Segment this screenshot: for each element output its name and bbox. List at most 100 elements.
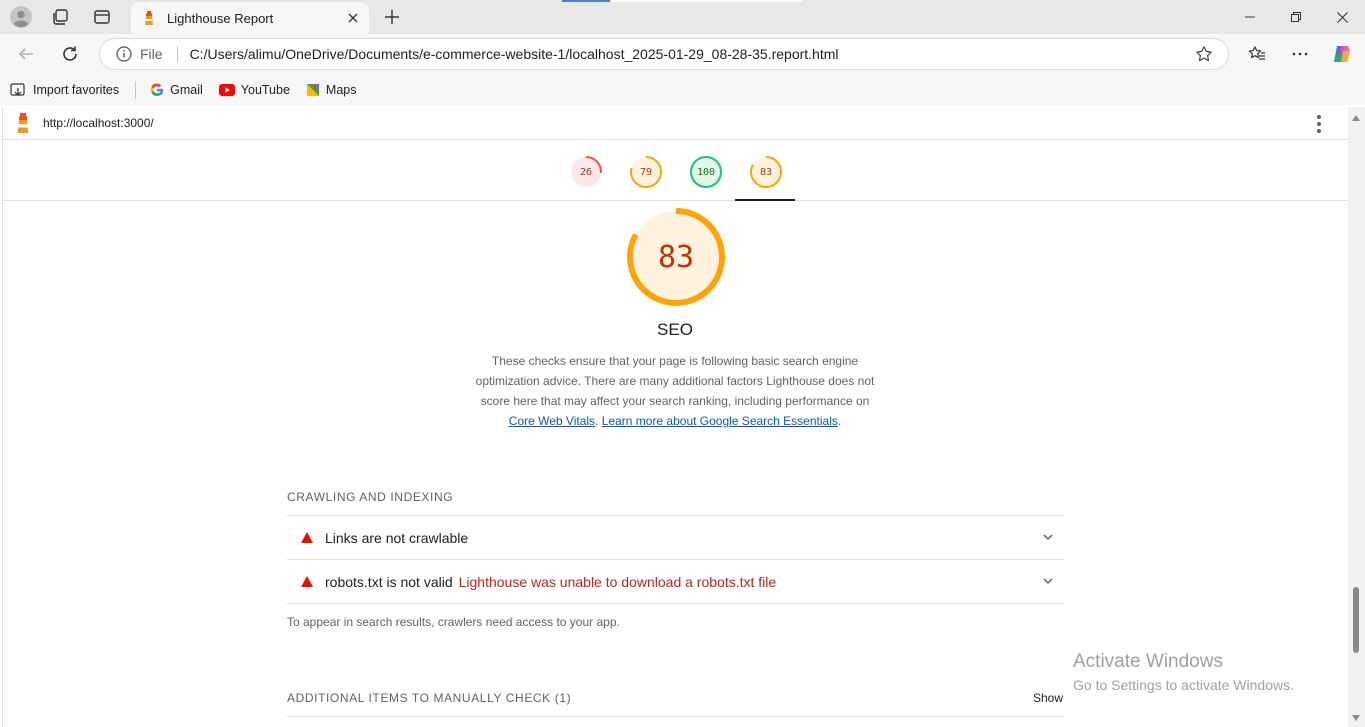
score-gauge-performance[interactable]: 26 xyxy=(569,155,603,189)
category-description: These checks ensure that your page is fo… xyxy=(475,351,875,431)
scroll-up-arrow-icon[interactable] xyxy=(1352,115,1360,121)
profile-button[interactable] xyxy=(5,3,37,31)
arrow-left-icon xyxy=(18,48,33,60)
description-end: . xyxy=(837,414,842,428)
search-essentials-link[interactable]: Learn more about Google Search Essential… xyxy=(602,414,838,428)
tab-strip-indicator xyxy=(612,0,802,2)
minimize-icon xyxy=(1245,16,1255,18)
copilot-icon xyxy=(1334,46,1350,62)
site-info-button[interactable]: File xyxy=(116,46,163,62)
restore-button[interactable] xyxy=(1273,0,1319,34)
score-value: 100 xyxy=(696,166,716,178)
address-separator xyxy=(176,46,178,62)
lighthouse-topbar: http://localhost:3000/ xyxy=(3,107,1348,140)
refresh-button[interactable] xyxy=(54,39,86,69)
fail-triangle-icon xyxy=(301,576,313,587)
scrollbar-thumb[interactable] xyxy=(1353,587,1359,653)
group-title-manual: ADDITIONAL ITEMS TO MANUALLY CHECK (1) xyxy=(287,691,572,705)
browser-nav-bar: File C:/Users/alimu/OneDrive/Documents/e… xyxy=(0,34,1365,75)
favorite-youtube[interactable]: YouTube xyxy=(218,83,290,97)
maps-icon xyxy=(306,83,320,97)
favorites-separator xyxy=(135,81,137,99)
audit-title: Links are not crawlable xyxy=(325,529,469,546)
kebab-dot xyxy=(1317,129,1321,133)
tested-url[interactable]: http://localhost:3000/ xyxy=(43,116,154,130)
tab-lighthouse-report[interactable]: Lighthouse Report xyxy=(131,2,369,34)
category-score-gauge: 83 xyxy=(626,207,726,307)
close-icon xyxy=(348,13,358,23)
kebab-dot xyxy=(1317,115,1321,119)
lighthouse-logo-icon xyxy=(13,111,33,135)
tab-close-button[interactable] xyxy=(341,6,365,30)
plus-icon xyxy=(385,10,399,24)
audit-crawlable-anchors[interactable]: Links are not crawlable xyxy=(287,515,1064,559)
category-score-value: 83 xyxy=(657,239,695,275)
score-gauge-accessibility[interactable]: 79 xyxy=(629,155,663,189)
score-value: 79 xyxy=(639,166,653,178)
description-separator: . xyxy=(595,414,602,428)
import-icon xyxy=(10,82,27,98)
info-icon xyxy=(116,46,132,62)
more-horizontal-icon xyxy=(1292,52,1308,56)
profile-icon xyxy=(10,6,32,28)
favorite-import[interactable]: Import favorites xyxy=(10,82,120,98)
audit-display-value: Lighthouse was unable to download a robo… xyxy=(458,573,777,590)
back-button[interactable] xyxy=(10,39,42,69)
activate-windows-watermark: Activate Windows Go to Settings to activ… xyxy=(1073,651,1294,693)
workspaces-icon xyxy=(53,9,68,25)
favorite-label: YouTube xyxy=(240,83,290,97)
audit-robots-txt[interactable]: robots.txt is not valid Lighthouse was u… xyxy=(287,559,1064,603)
favorite-label: Import favorites xyxy=(33,83,120,97)
watermark-subtitle: Go to Settings to activate Windows. xyxy=(1073,677,1294,693)
refresh-icon xyxy=(63,46,77,61)
scroll-down-arrow-icon[interactable] xyxy=(1352,715,1360,721)
audit-divider xyxy=(287,603,1064,604)
tab-strip-indicator xyxy=(562,0,610,2)
google-icon xyxy=(150,83,164,97)
favorites-list-icon xyxy=(1248,46,1265,60)
watermark-title: Activate Windows xyxy=(1073,651,1223,672)
minimize-button[interactable] xyxy=(1227,0,1273,34)
page-scrollbar[interactable] xyxy=(1348,107,1365,727)
kebab-dot xyxy=(1317,122,1321,126)
address-url[interactable]: C:/Users/alimu/OneDrive/Documents/e-comm… xyxy=(190,46,1190,62)
copilot-button[interactable] xyxy=(1326,39,1358,69)
group-description: To appear in search results, crawlers ne… xyxy=(287,615,620,629)
score-gauge-seo[interactable]: 83 xyxy=(749,155,783,189)
tab-title: Lighthouse Report xyxy=(167,10,274,26)
workspaces-button[interactable] xyxy=(44,3,76,31)
sticky-score-header: 26 79 100 83 xyxy=(3,141,1348,201)
close-window-button[interactable] xyxy=(1319,0,1365,34)
favorite-maps[interactable]: Maps xyxy=(306,83,357,97)
lighthouse-favicon-icon xyxy=(145,11,153,25)
score-value: 83 xyxy=(759,166,773,178)
favorite-label: Maps xyxy=(325,83,357,97)
favorites-bar: Import favorites Gmail YouTube Maps xyxy=(0,75,1365,105)
favorite-gmail[interactable]: Gmail xyxy=(150,83,203,97)
score-gauge-best-practices[interactable]: 100 xyxy=(689,155,723,189)
new-tab-button[interactable] xyxy=(378,4,406,30)
tab-actions-icon xyxy=(94,10,110,24)
favorite-button[interactable] xyxy=(1190,40,1218,68)
address-scheme-label: File xyxy=(140,46,163,62)
category-title: SEO xyxy=(657,320,693,339)
close-icon xyxy=(1336,11,1348,23)
settings-menu-button[interactable] xyxy=(1284,39,1316,69)
core-web-vitals-link[interactable]: Core Web Vitals xyxy=(509,414,595,428)
chevron-down-icon[interactable] xyxy=(1040,529,1056,545)
show-manual-audits-button[interactable]: Show xyxy=(1033,691,1063,705)
chevron-down-icon[interactable] xyxy=(1040,573,1056,589)
favorite-label: Gmail xyxy=(170,83,203,97)
score-value: 26 xyxy=(579,166,593,178)
vertical-tabs-button[interactable] xyxy=(86,3,118,31)
tools-menu-button[interactable] xyxy=(1309,113,1329,135)
group-title-crawling: CRAWLING AND INDEXING xyxy=(287,490,454,504)
address-bar[interactable]: File C:/Users/alimu/OneDrive/Documents/e… xyxy=(99,38,1229,70)
group-divider xyxy=(287,716,1064,717)
favorites-button[interactable] xyxy=(1241,39,1273,69)
active-category-underline xyxy=(735,199,795,201)
star-icon xyxy=(1196,46,1212,62)
fail-triangle-icon xyxy=(301,532,313,543)
report-page: http://localhost:3000/ 26 79 100 83 83 S… xyxy=(2,107,1348,727)
youtube-icon xyxy=(218,84,235,96)
